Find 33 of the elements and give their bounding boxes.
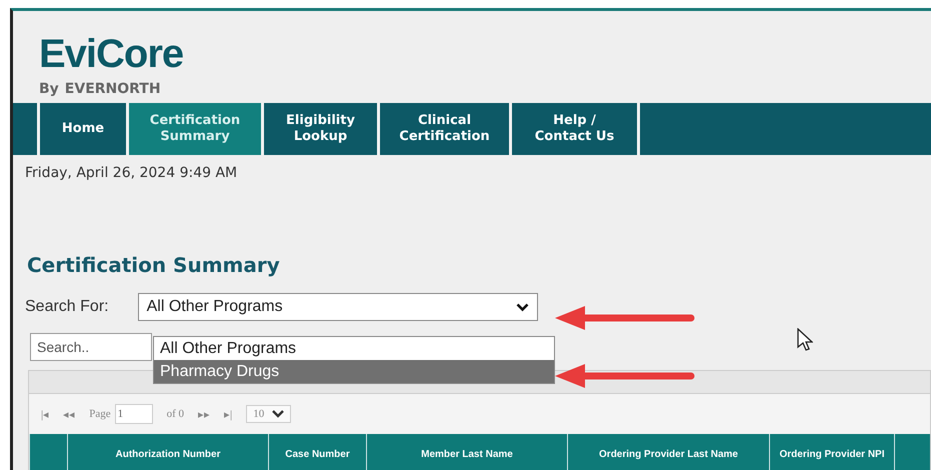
page-heading: Certification Summary	[27, 253, 281, 277]
logo-name: EviCore	[39, 33, 184, 75]
nav-bar-segment	[13, 103, 37, 155]
search-for-label: Search For:	[25, 298, 109, 316]
program-select[interactable]: All Other Programs	[138, 293, 538, 321]
page-label: Page	[89, 408, 111, 420]
column-header[interactable]: Authorization Number	[67, 434, 268, 470]
logo-byline: By	[39, 81, 59, 97]
cursor-icon	[797, 328, 813, 352]
arrow-icon	[553, 305, 695, 331]
nav-tab[interactable]: Help / Contact Us	[512, 103, 637, 155]
page-count: of 0	[166, 408, 184, 420]
dropdown-option[interactable]: Pharmacy Drugs	[154, 360, 554, 383]
chevron-down-icon	[272, 410, 284, 418]
column-header[interactable]: Ordering Provider Last Name	[567, 434, 769, 470]
date-text: Friday, April 26, 2024 9:49 AM	[24, 164, 238, 181]
column-header[interactable]: Case Number	[268, 434, 366, 470]
nav-tab[interactable]: Clinical Certification	[380, 103, 509, 155]
column-header[interactable]: Ordering Provider NPI	[769, 434, 894, 470]
nav-tab[interactable]: Certification Summary	[129, 103, 261, 155]
arrow-icon	[553, 363, 695, 389]
last-page-button[interactable]: ▸|	[224, 408, 232, 420]
nav-tab[interactable]: Home	[40, 103, 126, 155]
next-page-button[interactable]: ▸▸	[198, 408, 210, 420]
previous-page-button[interactable]: ◂◂	[63, 408, 76, 420]
nav-tab[interactable]: Eligibility Lookup	[264, 103, 377, 155]
chevron-down-icon	[516, 302, 529, 312]
first-page-button[interactable]: |◂	[41, 408, 50, 420]
column-header[interactable]: Member Last Name	[366, 434, 567, 470]
page-size-select[interactable]: 10	[246, 405, 292, 423]
logo-brand: EVERNORTH	[64, 81, 161, 97]
page-field[interactable]: 1	[114, 404, 153, 424]
search-field[interactable]: Search..	[30, 333, 152, 361]
